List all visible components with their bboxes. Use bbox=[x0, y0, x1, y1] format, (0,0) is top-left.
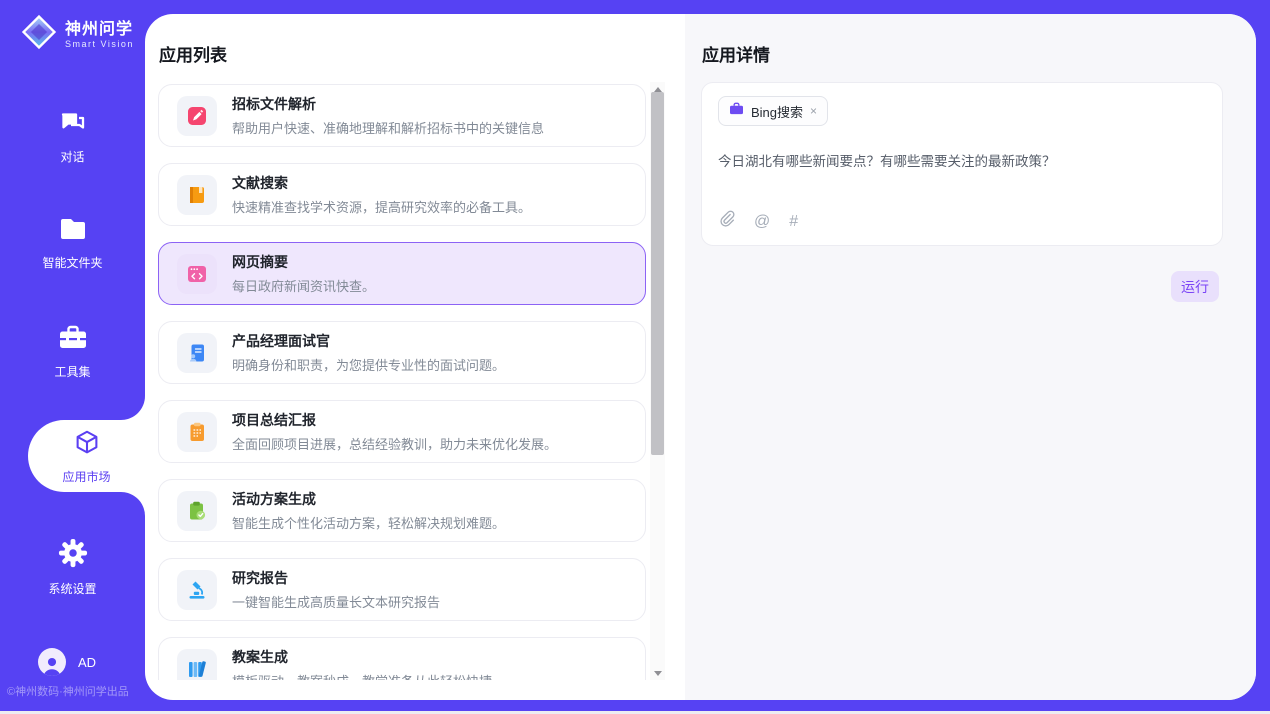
run-button[interactable]: 运行 bbox=[1171, 271, 1219, 302]
sidebar-item-toolset[interactable]: 工具集 bbox=[0, 324, 145, 380]
app-card-event-plan[interactable]: 活动方案生成 智能生成个性化活动方案，轻松解决规划难题。 bbox=[158, 479, 646, 542]
topic-icon[interactable]: # bbox=[789, 213, 798, 231]
app-title: 项目总结汇报 bbox=[232, 410, 557, 430]
app-list-panel: 应用列表 招标文件解析 帮助用户快速、准确地理解和解析招标书中的关键信息 bbox=[145, 14, 685, 700]
sidebar-item-smart-folder[interactable]: 智能文件夹 bbox=[0, 216, 145, 271]
app-card-literature-search[interactable]: 文献搜索 快速精准查找学术资源，提高研究效率的必备工具。 bbox=[158, 163, 646, 226]
app-detail-title: 应用详情 bbox=[685, 14, 1256, 66]
sidebar-item-chat[interactable]: 对话 bbox=[0, 108, 145, 165]
app-desc: 每日政府新闻资讯快查。 bbox=[232, 276, 375, 295]
gear-icon bbox=[58, 538, 88, 573]
bid-document-icon bbox=[177, 96, 217, 136]
app-list-title: 应用列表 bbox=[145, 14, 685, 66]
app-card-project-summary[interactable]: 项目总结汇报 全面回顾项目进展，总结经验教训，助力未来优化发展。 bbox=[158, 400, 646, 463]
app-title: 文献搜索 bbox=[232, 173, 531, 193]
app-desc: 帮助用户快速、准确地理解和解析招标书中的关键信息 bbox=[232, 118, 544, 137]
user-name: AD bbox=[78, 655, 96, 670]
bubble-curve-bottom bbox=[121, 492, 145, 516]
lesson-plan-icon bbox=[177, 649, 217, 681]
event-plan-icon bbox=[177, 491, 217, 531]
app-title: 教案生成 bbox=[232, 647, 492, 667]
app-card-research-report[interactable]: 研究报告 一键智能生成高质量长文本研究报告 bbox=[158, 558, 646, 621]
sidebar: 神州问学 Smart Vision 对话 智能文件夹 bbox=[0, 0, 145, 711]
toolbox-icon bbox=[58, 324, 88, 356]
diamond-logo-icon bbox=[20, 13, 58, 56]
sidebar-item-label: 工具集 bbox=[54, 363, 90, 380]
app-list-scrollbar[interactable] bbox=[650, 82, 665, 680]
app-title: 研究报告 bbox=[232, 568, 440, 588]
sidebar-item-label: 智能文件夹 bbox=[42, 254, 102, 271]
scrollbar-thumb[interactable] bbox=[651, 92, 664, 455]
app-detail-panel: 应用详情 Bing搜索 × 今日湖北有哪些新闻要点？有哪些需要关注的最新政策？ bbox=[685, 14, 1256, 700]
sidebar-item-label: 系统设置 bbox=[48, 580, 96, 597]
app-title: 产品经理面试官 bbox=[232, 331, 505, 351]
tool-tag-bing-search[interactable]: Bing搜索 × bbox=[718, 96, 828, 126]
bubble-curve-top bbox=[121, 396, 145, 420]
app-card-bid-analysis[interactable]: 招标文件解析 帮助用户快速、准确地理解和解析招标书中的关键信息 bbox=[158, 84, 646, 147]
app-desc: 快速精准查找学术资源，提高研究效率的必备工具。 bbox=[232, 197, 531, 216]
web-summary-icon bbox=[177, 254, 217, 294]
sidebar-item-label: 对话 bbox=[60, 148, 84, 165]
avatar bbox=[38, 648, 66, 676]
content-card: 应用列表 招标文件解析 帮助用户快速、准确地理解和解析招标书中的关键信息 bbox=[145, 14, 1256, 700]
composer-toolbar: @ # bbox=[718, 210, 798, 233]
app-title: 网页摘要 bbox=[232, 252, 375, 272]
briefcase-icon bbox=[729, 102, 744, 120]
chat-icon bbox=[59, 108, 87, 141]
app-desc: 智能生成个性化活动方案，轻松解决规划难题。 bbox=[232, 513, 505, 532]
app-list: 招标文件解析 帮助用户快速、准确地理解和解析招标书中的关键信息 文献搜索 快速精… bbox=[158, 84, 646, 680]
prompt-composer[interactable]: Bing搜索 × 今日湖北有哪些新闻要点？有哪些需要关注的最新政策？ @ # bbox=[701, 82, 1223, 246]
attachment-icon[interactable] bbox=[718, 210, 735, 233]
project-summary-icon bbox=[177, 412, 217, 452]
sidebar-item-app-market[interactable]: 应用市场 bbox=[28, 420, 145, 492]
brand-name: 神州问学 bbox=[65, 21, 134, 39]
scroll-down-icon[interactable] bbox=[650, 666, 665, 680]
app-desc: 全面回顾项目进展，总结经验教训，助力未来优化发展。 bbox=[232, 434, 557, 453]
app-card-lesson-plan[interactable]: 教案生成 模板驱动，教案秒成，教学准备从此轻松快捷 bbox=[158, 637, 646, 680]
research-report-icon bbox=[177, 570, 217, 610]
app-desc: 模板驱动，教案秒成，教学准备从此轻松快捷 bbox=[232, 671, 492, 680]
mention-icon[interactable]: @ bbox=[754, 213, 770, 231]
pm-interviewer-icon bbox=[177, 333, 217, 373]
prompt-text[interactable]: 今日湖北有哪些新闻要点？有哪些需要关注的最新政策？ bbox=[718, 152, 1206, 171]
copyright-text: ©神州数码·神州问学出品 bbox=[7, 683, 129, 699]
literature-search-icon bbox=[177, 175, 217, 215]
sidebar-item-settings[interactable]: 系统设置 bbox=[0, 538, 145, 597]
cube-icon bbox=[72, 428, 102, 463]
app-title: 活动方案生成 bbox=[232, 489, 505, 509]
app-card-pm-interviewer[interactable]: 产品经理面试官 明确身份和职责，为您提供专业性的面试问题。 bbox=[158, 321, 646, 384]
app-title: 招标文件解析 bbox=[232, 94, 544, 114]
folder-icon bbox=[58, 216, 88, 247]
tool-tag-label: Bing搜索 bbox=[751, 102, 803, 121]
app-desc: 一键智能生成高质量长文本研究报告 bbox=[232, 592, 440, 611]
app-card-web-summary[interactable]: 网页摘要 每日政府新闻资讯快查。 bbox=[158, 242, 646, 305]
sidebar-item-label: 应用市场 bbox=[62, 468, 110, 485]
user-account[interactable]: AD bbox=[38, 648, 96, 676]
app-desc: 明确身份和职责，为您提供专业性的面试问题。 bbox=[232, 355, 505, 374]
tag-close-icon[interactable]: × bbox=[810, 104, 817, 118]
brand-subtitle: Smart Vision bbox=[65, 39, 134, 49]
brand-logo: 神州问学 Smart Vision bbox=[20, 13, 134, 56]
